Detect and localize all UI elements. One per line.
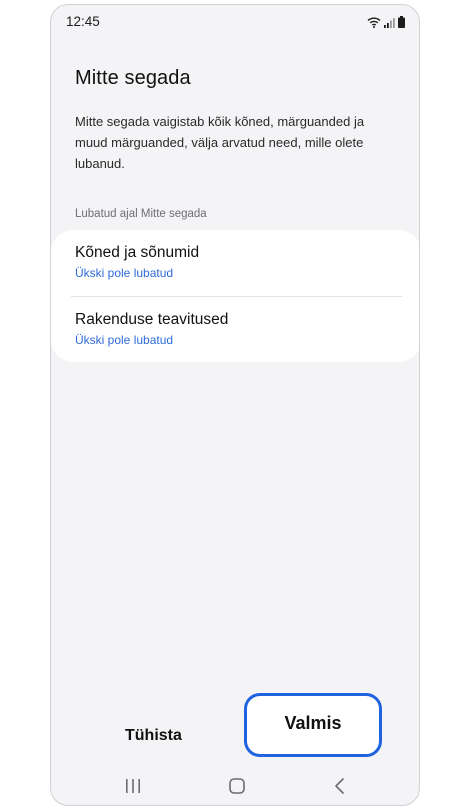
status-bar: 12:45: [51, 5, 419, 39]
list-item-app-notifications[interactable]: Rakenduse teavitused Ükski pole lubatud: [75, 311, 395, 347]
list-item-calls-and-messages[interactable]: Kõned ja sõnumid Ükski pole lubatud: [75, 244, 395, 280]
wifi-icon: [367, 17, 381, 28]
list-item-status: Ükski pole lubatud: [75, 266, 174, 280]
cancel-button[interactable]: Tühista: [125, 727, 182, 745]
phone-screen: 12:45 Mitte segada Mitte segada vaigista…: [50, 4, 420, 806]
page-description: Mitte segada vaigistab kõik kõned, märgu…: [75, 114, 365, 171]
section-header-allowed: Lubatud ajal Mitte segada: [75, 208, 207, 220]
allowed-settings-card: Kõned ja sõnumid Ükski pole lubatud Rake…: [51, 230, 419, 362]
status-time: 12:45: [66, 14, 100, 29]
signal-icon: [384, 18, 395, 28]
recents-icon[interactable]: [125, 777, 141, 795]
status-icons: [367, 14, 405, 28]
list-item-title: Kõned ja sõnumid: [75, 244, 200, 261]
navigation-bar: [51, 769, 419, 803]
battery-icon: [398, 16, 405, 28]
done-button[interactable]: Valmis: [244, 693, 382, 757]
list-item-title: Rakenduse teavitused: [75, 311, 229, 328]
list-divider: [71, 296, 402, 297]
home-icon[interactable]: [228, 777, 246, 795]
page-title: Mitte segada: [75, 67, 191, 89]
list-item-status: Ükski pole lubatud: [75, 333, 174, 347]
back-icon[interactable]: [333, 777, 347, 795]
